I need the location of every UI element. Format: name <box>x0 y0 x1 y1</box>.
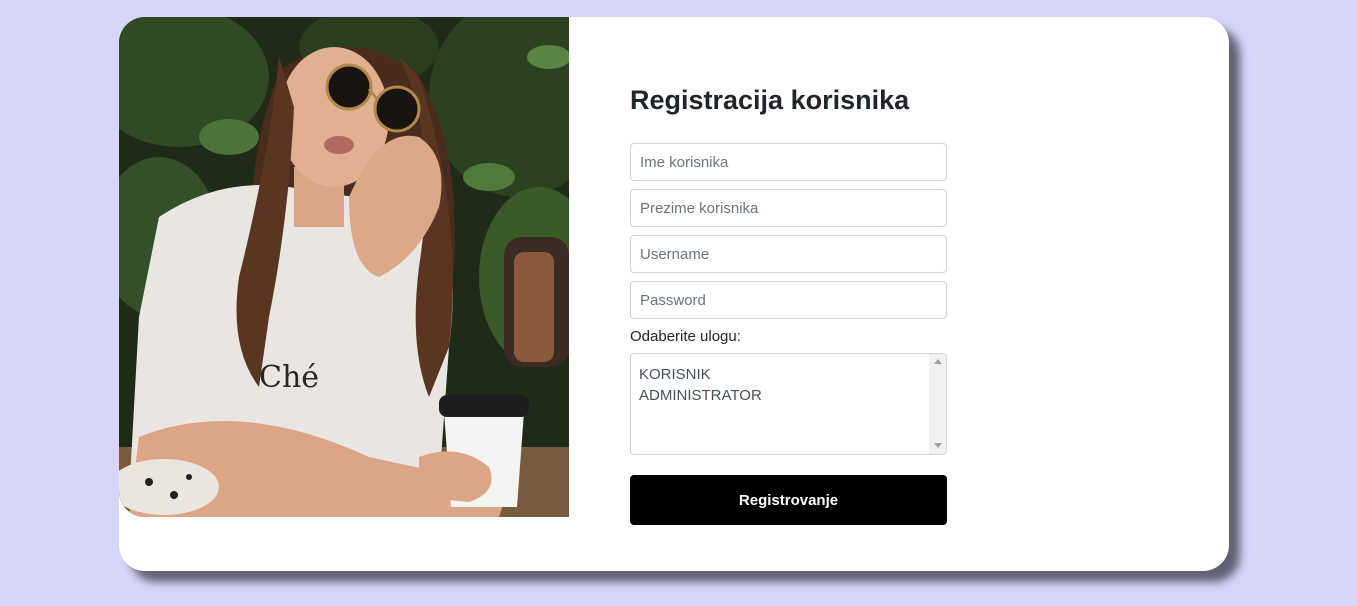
role-label: Odaberite ulogu: <box>630 328 741 345</box>
role-select-scrollbar[interactable] <box>929 354 946 454</box>
register-button[interactable]: Registrovanje <box>630 475 947 525</box>
password-input[interactable] <box>630 281 947 319</box>
role-select[interactable]: KORISNIK ADMINISTRATOR <box>630 353 947 455</box>
role-option-korisnik[interactable]: KORISNIK <box>639 364 762 385</box>
shirt-print: Ché <box>259 360 319 395</box>
scroll-down-arrow-icon[interactable] <box>934 443 942 448</box>
registration-card: Ché Registracija korisnika Ime korisnika… <box>119 17 1229 571</box>
last-name-input[interactable] <box>630 189 947 227</box>
username-input[interactable] <box>630 235 947 273</box>
first-name-input[interactable] <box>630 143 947 181</box>
form-title: Registracija korisnika <box>630 85 910 115</box>
registration-form: Registracija korisnika Odaberite ulogu: … <box>630 81 947 525</box>
role-options: KORISNIK ADMINISTRATOR <box>639 364 762 406</box>
scroll-up-arrow-icon[interactable] <box>934 359 942 364</box>
hero-photo: Ché <box>119 17 569 517</box>
role-option-administrator[interactable]: ADMINISTRATOR <box>639 385 762 406</box>
